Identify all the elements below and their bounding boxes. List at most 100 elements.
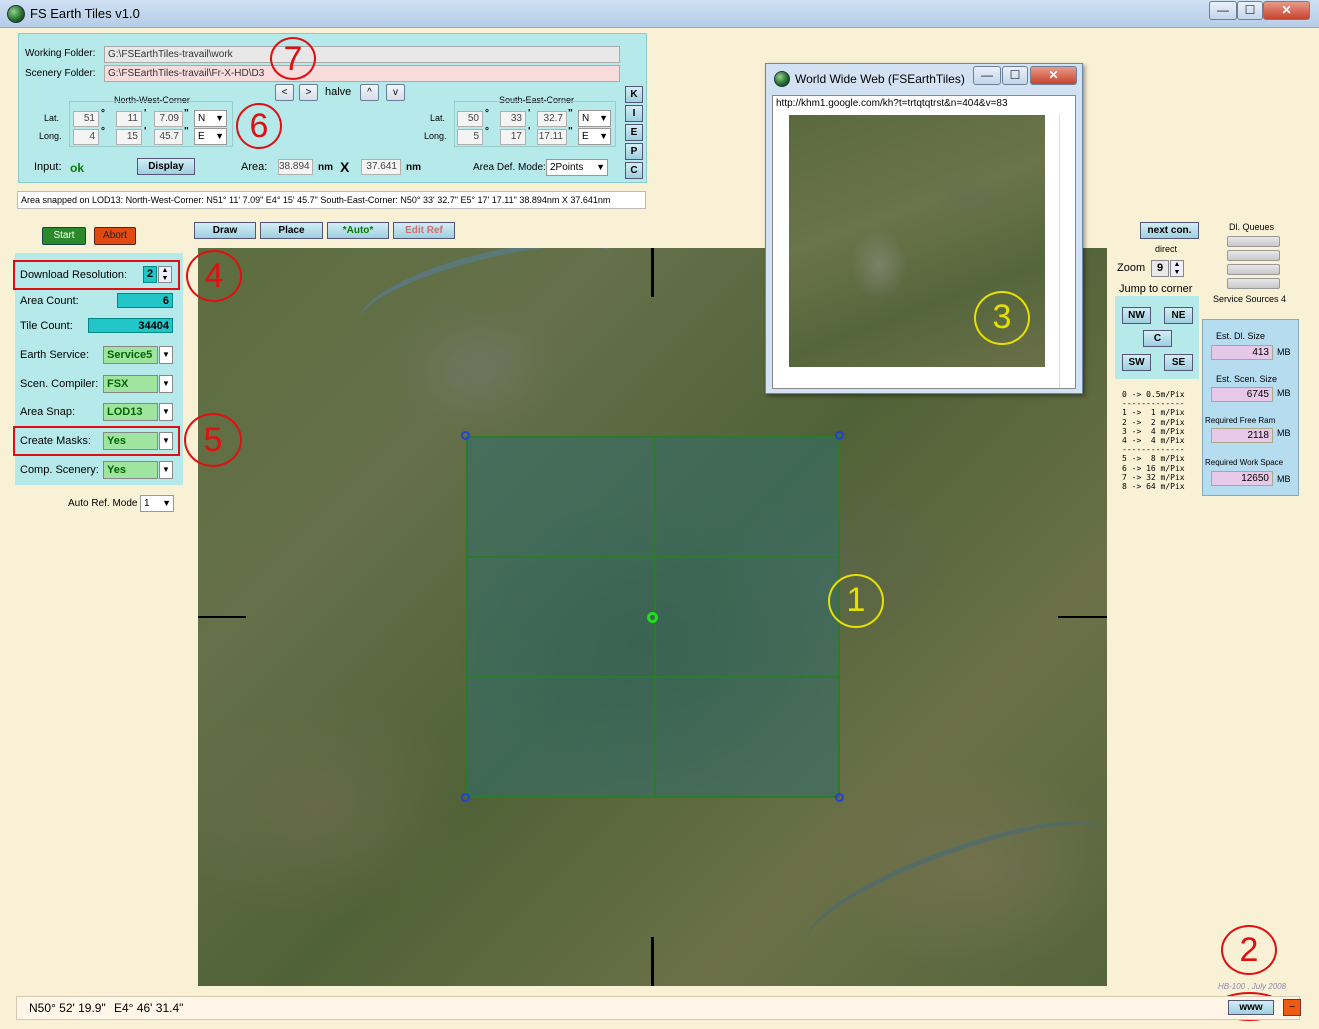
scen-compiler-value[interactable]: FSX bbox=[103, 375, 158, 393]
chevron-down-icon[interactable]: ▼ bbox=[159, 461, 173, 479]
www-close-button[interactable]: ✕ bbox=[1030, 66, 1077, 85]
auto-button[interactable]: *Auto* bbox=[327, 222, 389, 239]
scrollbar[interactable] bbox=[1059, 114, 1075, 388]
auto-ref-mode-select[interactable]: 1 ▼ bbox=[140, 495, 174, 512]
nw-corner-handle[interactable] bbox=[461, 431, 470, 440]
e-button[interactable]: E bbox=[625, 124, 643, 141]
annotation-6: 6 bbox=[236, 103, 282, 149]
se-long-dir-select[interactable]: E ▼ bbox=[578, 128, 611, 145]
download-resolution-spinner[interactable]: ▲ ▼ bbox=[158, 266, 172, 283]
nw-long-sec[interactable]: 45.7 bbox=[154, 129, 183, 145]
zoom-spinner[interactable]: ▲ ▼ bbox=[1170, 260, 1184, 277]
required-ram-label: Required Free Ram bbox=[1205, 416, 1276, 425]
chevron-down-icon[interactable]: ▼ bbox=[159, 375, 173, 393]
jump-center-button[interactable]: C bbox=[1143, 330, 1172, 347]
area-snap-label: Area Snap: bbox=[20, 406, 76, 418]
area-grid-line bbox=[468, 676, 838, 678]
p-button[interactable]: P bbox=[625, 143, 643, 160]
se-lat-min[interactable]: 33 bbox=[500, 111, 526, 127]
area-snap-value[interactable]: LOD13 bbox=[103, 403, 158, 421]
k-button[interactable]: K bbox=[625, 86, 643, 103]
working-folder-field[interactable]: G:\FSEarthTiles-travail\work bbox=[104, 46, 620, 63]
estimates-panel: Est. Dl. Size 413 MB Est. Scen. Size 674… bbox=[1202, 319, 1299, 496]
dl-queue-bar bbox=[1227, 264, 1280, 275]
est-dl-size-value: 413 bbox=[1211, 345, 1273, 360]
halve-down-button[interactable]: v bbox=[386, 84, 405, 101]
tile-count-label: Tile Count: bbox=[20, 320, 73, 332]
ne-corner-handle[interactable] bbox=[835, 431, 844, 440]
area-def-mode-label: Area Def. Mode: bbox=[473, 162, 546, 173]
next-area-button[interactable]: > bbox=[299, 84, 318, 101]
auto-ref-mode-value: 1 bbox=[144, 498, 150, 509]
url-display: http://khm1.google.com/kh?t=trtqtqtrst&n… bbox=[776, 98, 1008, 109]
spinner-up-icon: ▲ bbox=[161, 267, 169, 274]
app-globe-icon bbox=[774, 71, 790, 87]
nw-lat-sec[interactable]: 7.09 bbox=[154, 111, 183, 127]
spinner-down-icon: ▼ bbox=[1173, 269, 1181, 276]
scenery-folder-field[interactable]: G:\FSEarthTiles-travail\Fr-X-HD\D3 bbox=[104, 65, 620, 82]
area-height-field: 37.641 bbox=[361, 159, 401, 175]
download-resolution-value[interactable]: 2 bbox=[143, 266, 157, 283]
est-dl-size-unit: MB bbox=[1277, 347, 1291, 357]
center-handle[interactable] bbox=[647, 612, 658, 623]
sw-corner-handle[interactable] bbox=[461, 793, 470, 802]
se-long-deg[interactable]: 5 bbox=[457, 129, 483, 145]
comp-scenery-value[interactable]: Yes bbox=[103, 461, 158, 479]
jump-nw-button[interactable]: NW bbox=[1122, 307, 1151, 324]
place-button[interactable]: Place bbox=[260, 222, 323, 239]
chevron-down-icon[interactable]: ▼ bbox=[159, 432, 173, 450]
nw-long-dir-select[interactable]: E ▼ bbox=[194, 128, 227, 145]
se-lat-sec[interactable]: 32.7 bbox=[537, 111, 567, 127]
se-lat-dir: N bbox=[582, 113, 590, 124]
chevron-down-icon[interactable]: ▼ bbox=[159, 403, 173, 421]
nw-lat-dir-select[interactable]: N ▼ bbox=[194, 110, 227, 127]
se-corner-handle[interactable] bbox=[835, 793, 844, 802]
zoom-label: Zoom bbox=[1117, 262, 1146, 274]
area-def-mode-select[interactable]: 2Points ▼ bbox=[546, 159, 608, 176]
crosshair-bottom bbox=[651, 937, 654, 986]
extra-button[interactable]: ~ bbox=[1283, 999, 1301, 1016]
se-lat-deg[interactable]: 50 bbox=[457, 111, 483, 127]
nw-long-min[interactable]: 15 bbox=[116, 129, 142, 145]
nw-long-deg-symbol: ° bbox=[101, 126, 105, 137]
map-river bbox=[793, 795, 1107, 981]
zoom-value[interactable]: 9 bbox=[1151, 260, 1169, 277]
se-long-sec-symbol: " bbox=[568, 126, 573, 137]
area-count-value: 6 bbox=[117, 293, 173, 308]
prev-area-button[interactable]: < bbox=[275, 84, 294, 101]
i-button[interactable]: I bbox=[625, 105, 643, 122]
next-connection-button[interactable]: next con. bbox=[1140, 222, 1199, 239]
se-long-min[interactable]: 17 bbox=[500, 129, 526, 145]
jump-se-button[interactable]: SE bbox=[1164, 354, 1193, 371]
start-button[interactable]: Start bbox=[42, 227, 86, 245]
edit-ref-button[interactable]: Edit Ref bbox=[393, 222, 455, 239]
se-long-sec[interactable]: 17.11 bbox=[537, 129, 567, 145]
chevron-down-icon[interactable]: ▼ bbox=[159, 346, 173, 364]
required-work-space-unit: MB bbox=[1277, 474, 1291, 484]
nw-long-deg[interactable]: 4 bbox=[73, 129, 99, 145]
earth-service-value[interactable]: Service5 bbox=[103, 346, 158, 364]
jump-sw-button[interactable]: SW bbox=[1122, 354, 1151, 371]
minimize-button[interactable]: — bbox=[1209, 1, 1237, 20]
close-button[interactable]: ✕ bbox=[1263, 1, 1310, 20]
se-lat-dir-select[interactable]: N ▼ bbox=[578, 110, 611, 127]
c-button[interactable]: C bbox=[625, 162, 643, 179]
maximize-button[interactable]: ☐ bbox=[1237, 1, 1263, 20]
www-maximize-button[interactable]: ☐ bbox=[1002, 66, 1028, 85]
crosshair-top bbox=[651, 248, 654, 297]
jump-ne-button[interactable]: NE bbox=[1164, 307, 1193, 324]
nw-lat-deg[interactable]: 51 bbox=[73, 111, 99, 127]
draw-button[interactable]: Draw bbox=[194, 222, 256, 239]
required-work-space-label: Required Work Space bbox=[1205, 458, 1284, 467]
jump-corner-panel: NW NE C SW SE bbox=[1115, 296, 1199, 379]
halve-up-button[interactable]: ^ bbox=[360, 84, 379, 101]
annotation-3: 3 bbox=[974, 291, 1030, 345]
nw-lat-min[interactable]: 11 bbox=[116, 111, 142, 127]
abort-button[interactable]: Abort bbox=[94, 227, 136, 245]
www-minimize-button[interactable]: — bbox=[973, 66, 1001, 85]
world-wide-web-window[interactable]: World Wide Web (FSEarthTiles) — ☐ ✕ http… bbox=[765, 63, 1083, 394]
www-button[interactable]: www bbox=[1228, 1000, 1274, 1015]
display-button[interactable]: Display bbox=[137, 158, 195, 175]
required-work-space-value: 12650 bbox=[1211, 471, 1273, 486]
create-masks-value[interactable]: Yes bbox=[103, 432, 158, 450]
